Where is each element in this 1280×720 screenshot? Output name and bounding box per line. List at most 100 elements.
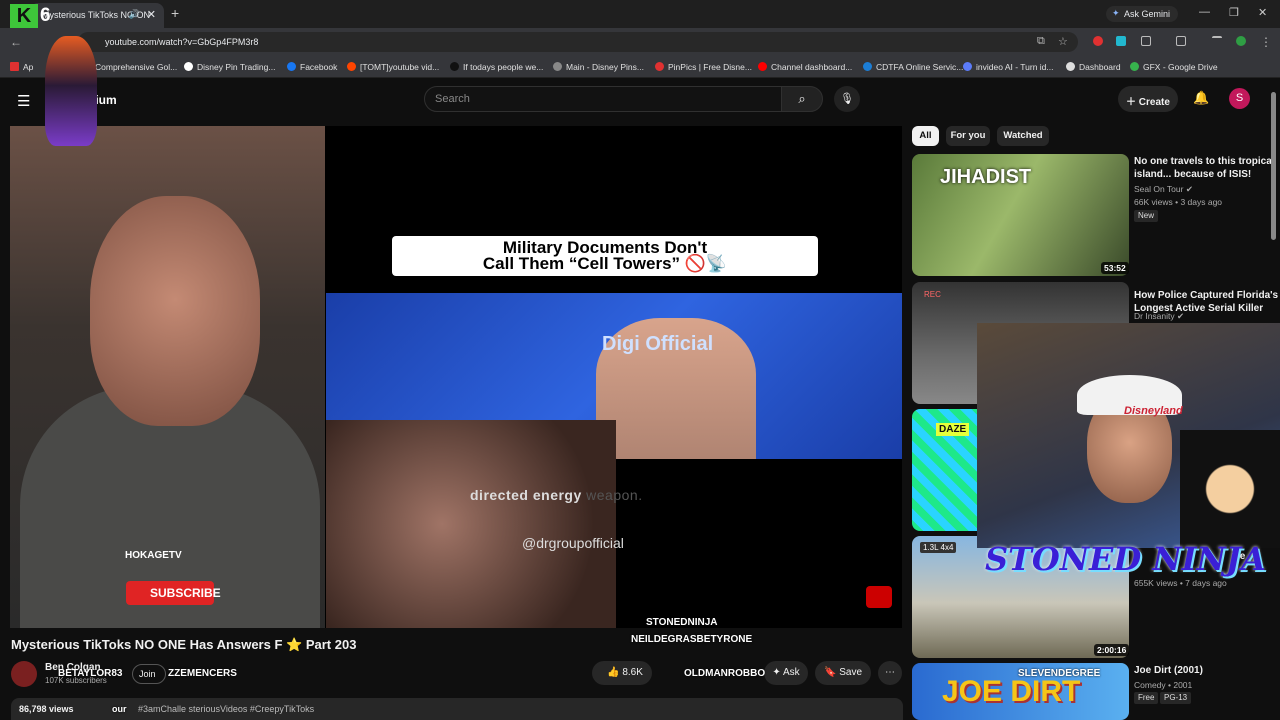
bookmark-item[interactable]: Channel dashboard...	[758, 62, 852, 72]
chip-for-you[interactable]: For you	[946, 126, 990, 146]
bookmark-label: invideo AI - Turn id...	[976, 62, 1054, 72]
creator-handle: @drgroupofficial	[522, 535, 624, 551]
title-line: No one travels to this tropical	[1134, 156, 1275, 167]
duration-badge: 2:00:16	[1094, 644, 1130, 656]
youtube-watermark-icon	[866, 586, 892, 608]
menu-dots-icon[interactable]: ⋮	[1260, 35, 1272, 49]
maximize-icon[interactable]: ❐	[1229, 6, 1239, 19]
video-caption-box: Military Documents Don't Call Them “Cell…	[392, 236, 818, 276]
bookmark-item[interactable]: GFX - Google Drive	[1130, 62, 1218, 72]
bookmark-favicon-icon	[1130, 62, 1139, 71]
save-button[interactable]: 🔖 Save	[815, 661, 871, 685]
bookmark-label: Facebook	[300, 62, 338, 72]
bookmark-item[interactable]: invideo AI - Turn id...	[963, 62, 1053, 72]
bookmark-star-icon[interactable]: ☆	[1058, 35, 1068, 48]
related-meta: 66K views • 3 days ago	[1134, 197, 1223, 207]
bookmark-label: PinPics | Free Disne...	[668, 62, 752, 72]
podcast-logo: Digi Official	[602, 333, 714, 355]
bookmark-label: [TOMT]youtube vid...	[360, 62, 440, 72]
related-channel[interactable]: Comedy • 2001	[1134, 680, 1192, 690]
speaker-icon[interactable]: 🔊	[129, 9, 140, 20]
bookmark-favicon-icon	[287, 62, 296, 71]
overlay-username: SLEVENDEGREE	[1018, 668, 1101, 679]
bookmark-label: Main - Disney Pins...	[566, 62, 644, 72]
related-channel[interactable]: Dr Insanity ✔	[1134, 311, 1184, 322]
tiktok-creator	[326, 420, 616, 628]
sidepanel-icon[interactable]	[1176, 36, 1186, 46]
window-close-icon[interactable]: ✕	[1258, 6, 1267, 19]
bookmark-favicon-icon	[1066, 62, 1075, 71]
related-title[interactable]: Joe Dirt (2001)	[1134, 664, 1203, 677]
thumb-text: JOE DIRT	[942, 675, 1081, 708]
bookmark-item[interactable]: [TOMT]youtube vid...	[347, 62, 439, 72]
video-subtitle: directed energy weapon.	[470, 487, 643, 503]
title-line: island... because of ISIS!	[1134, 169, 1252, 180]
sidebar-scrollbar[interactable]	[1271, 92, 1276, 240]
new-badge: New	[1134, 210, 1159, 222]
media-icon[interactable]	[1212, 36, 1222, 42]
ask-gemini-button[interactable]: Ask Gemini	[1106, 6, 1179, 22]
thumb-text: 1.3L 4x4	[920, 542, 957, 553]
video-title: Mysterious TikToks NO ONE Has Answers F …	[11, 637, 357, 652]
account-avatar[interactable]: S	[1229, 88, 1250, 109]
related-meta: 655K views • 7 days ago	[1134, 578, 1227, 588]
related-channel[interactable]: Seal On Tour ✔	[1134, 184, 1193, 195]
like-button[interactable]: 👍 8.6K	[592, 661, 652, 685]
bookmark-favicon-icon	[758, 62, 767, 71]
hat-text: Disneyland	[1124, 405, 1183, 417]
desc-fragment: our	[112, 704, 127, 714]
channel-avatar[interactable]	[11, 661, 37, 687]
extensions-puzzle-icon[interactable]	[1141, 36, 1151, 46]
bookmark-apps[interactable]: Ap	[10, 62, 33, 72]
hashtags[interactable]: #3amChalle steriousVideos #CreepyTikToks	[138, 704, 314, 714]
duration-badge: 53:52	[1101, 262, 1129, 274]
overlay-subscribe-button: SUBSCRIBE	[126, 581, 221, 605]
bookmark-item[interactable]: Main - Disney Pins...	[553, 62, 644, 72]
search-icon[interactable]: ⌕	[781, 86, 823, 112]
cast-icon[interactable]: ⧉	[1037, 35, 1045, 48]
new-tab-button[interactable]: +	[171, 5, 179, 21]
bookmark-favicon-icon	[184, 62, 193, 71]
streamer-face	[90, 196, 260, 426]
title-line: How Police Captured Florida's	[1134, 290, 1279, 301]
overlay-username: OLDMANROBBO	[684, 668, 766, 679]
bookmark-item[interactable]: Dashboard	[1066, 62, 1121, 72]
extension-icon[interactable]	[1093, 36, 1103, 46]
bookmark-item[interactable]: If todays people we...	[450, 62, 543, 72]
related-title[interactable]: No one travels to this tropical island...…	[1134, 155, 1275, 181]
rating-badge: PG-13	[1160, 692, 1192, 704]
url-text[interactable]: youtube.com/watch?v=GbGp4FPM3r8	[105, 37, 258, 47]
k-logo: K	[10, 4, 38, 28]
minimize-icon[interactable]: —	[1199, 6, 1210, 18]
overlay-username: BETAYLOR83	[58, 668, 123, 679]
bookmark-item[interactable]: Disney Pin Trading...	[184, 62, 275, 72]
create-button[interactable]: ＋ Create	[1118, 86, 1178, 112]
notifications-bell-icon[interactable]: 🔔	[1193, 90, 1209, 106]
six-logo: 6	[40, 5, 51, 26]
extension-icon[interactable]	[1116, 36, 1126, 46]
bookmark-favicon-icon	[450, 62, 459, 71]
more-actions-icon[interactable]: ⋯	[878, 661, 902, 685]
profile-extension-icon[interactable]	[1236, 36, 1246, 46]
bookmark-item[interactable]: Facebook	[287, 62, 337, 72]
bookmark-label: CDTFA Online Servic...	[876, 62, 964, 72]
chip-all[interactable]: All	[912, 126, 939, 146]
related-thumbnail[interactable]: JIHADIST	[912, 154, 1129, 276]
bookmark-item[interactable]: PinPics | Free Disne...	[655, 62, 752, 72]
mascot-overlay	[45, 36, 97, 146]
overlay-username: NEILDEGRASBETYRONE	[631, 634, 753, 645]
search-input[interactable]: Search	[424, 86, 782, 112]
free-badge: Free	[1134, 692, 1159, 704]
hamburger-menu-icon[interactable]: ☰	[17, 92, 30, 110]
thumb-text: REC	[924, 290, 941, 299]
bookmark-item[interactable]: CDTFA Online Servic...	[863, 62, 963, 72]
close-tab-icon[interactable]: ✕	[147, 8, 156, 21]
chip-watched[interactable]: Watched	[997, 126, 1049, 146]
microphone-icon[interactable]: 🎙	[834, 86, 860, 112]
bookmark-label: Channel dashboard...	[771, 62, 853, 72]
join-button[interactable]: Join	[132, 664, 166, 684]
stoned-ninja-overlay: STONED NINJA	[985, 540, 1266, 578]
ask-button[interactable]: ✦ Ask	[764, 661, 808, 685]
back-arrow-icon[interactable]: ←	[10, 35, 22, 49]
bookmark-favicon-icon	[347, 62, 356, 71]
